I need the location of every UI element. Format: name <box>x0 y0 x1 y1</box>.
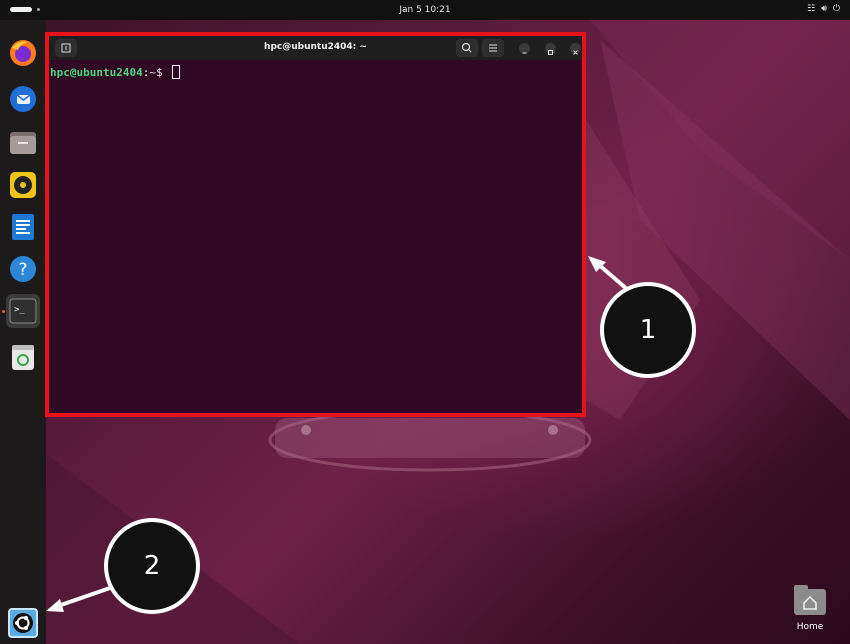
search-button[interactable] <box>456 39 478 57</box>
svg-text:?: ? <box>18 260 27 280</box>
close-icon <box>573 50 578 55</box>
menu-button[interactable] <box>482 39 504 57</box>
minimize-button[interactable] <box>519 43 530 54</box>
rhythmbox-icon[interactable] <box>8 170 38 200</box>
hamburger-menu-icon <box>489 44 497 52</box>
terminal-headerbar[interactable]: hpc@ubuntu2404: ~ <box>49 36 582 60</box>
home-folder-label: Home <box>796 622 824 632</box>
network-icon[interactable]: ☷ <box>807 4 815 14</box>
prompt-path: :~$ <box>142 66 170 79</box>
thunderbird-icon[interactable] <box>8 84 38 114</box>
firefox-icon[interactable] <box>8 38 38 68</box>
text-cursor <box>172 65 181 79</box>
clock[interactable]: Jan 5 10:21 <box>0 5 850 15</box>
callout-2: 2 <box>104 518 200 614</box>
maximize-button[interactable] <box>545 43 556 55</box>
power-icon[interactable]: ⏻ <box>833 4 840 14</box>
prompt-user: hpc@ubuntu2404 <box>50 66 143 79</box>
terminal-dock-icon[interactable]: >_ <box>6 294 40 328</box>
ubuntu-logo-icon <box>13 613 33 633</box>
files-icon[interactable] <box>8 128 38 158</box>
writer-icon[interactable] <box>8 212 38 242</box>
maximize-icon <box>548 50 553 55</box>
callout-1: 1 <box>600 282 696 378</box>
minimize-icon <box>522 52 527 54</box>
show-apps-button[interactable] <box>8 608 38 638</box>
help-icon[interactable]: ? <box>8 254 38 284</box>
running-indicator <box>2 310 5 313</box>
volume-icon[interactable]: 🔊︎ <box>821 4 827 14</box>
shell-prompt: hpc@ubuntu2404:~$ <box>50 65 181 79</box>
svg-text:>_: >_ <box>14 305 25 315</box>
dock: ? >_ <box>0 20 46 644</box>
search-icon <box>461 42 472 53</box>
home-folder-icon[interactable] <box>794 585 826 615</box>
terminal-body[interactable]: hpc@ubuntu2404:~$ <box>49 60 582 413</box>
close-button[interactable] <box>570 43 581 55</box>
system-tray[interactable]: ☷ 🔊︎ ⏻ <box>807 4 840 14</box>
top-panel: Jan 5 10:21 ☷ 🔊︎ ⏻ <box>0 0 850 20</box>
trash-icon[interactable] <box>8 342 38 372</box>
terminal-window[interactable]: hpc@ubuntu2404: ~ hpc@ubuntu2404:~$ <box>45 32 586 417</box>
